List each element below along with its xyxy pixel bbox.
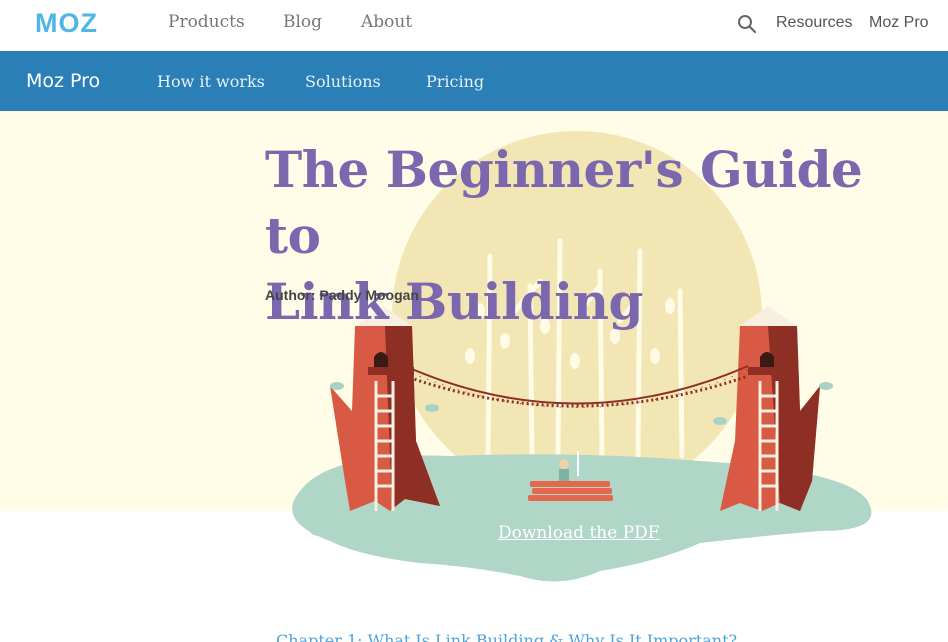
subnav-solutions[interactable]: Solutions — [305, 72, 381, 91]
page-title: The Beginner's Guide to Link Building — [265, 137, 925, 335]
nav-blog[interactable]: Blog — [283, 12, 322, 32]
subnav-brand[interactable]: Moz Pro — [26, 70, 100, 92]
download-pdf-link[interactable]: Download the PDF — [498, 523, 660, 543]
subnav-how-it-works[interactable]: How it works — [157, 72, 265, 91]
logo-text: MOZ — [35, 8, 98, 38]
search-icon[interactable] — [737, 14, 757, 34]
sub-nav: Moz Pro How it works Solutions Pricing — [0, 51, 948, 111]
author-credit: Author: Paddy Moogan — [265, 287, 419, 303]
nav-moz-pro[interactable]: Moz Pro — [869, 14, 929, 32]
top-nav: MOZ Products Blog About Resources Moz Pr… — [0, 0, 948, 51]
subnav-pricing[interactable]: Pricing — [426, 72, 484, 91]
title-line-1: The Beginner's Guide to — [265, 140, 863, 265]
nav-resources[interactable]: Resources — [776, 14, 852, 32]
moz-logo[interactable]: MOZ — [35, 8, 121, 38]
nav-products[interactable]: Products — [168, 12, 245, 32]
chapter-1-link[interactable]: Chapter 1: What Is Link Building & Why I… — [276, 631, 737, 642]
nav-about[interactable]: About — [361, 12, 412, 32]
